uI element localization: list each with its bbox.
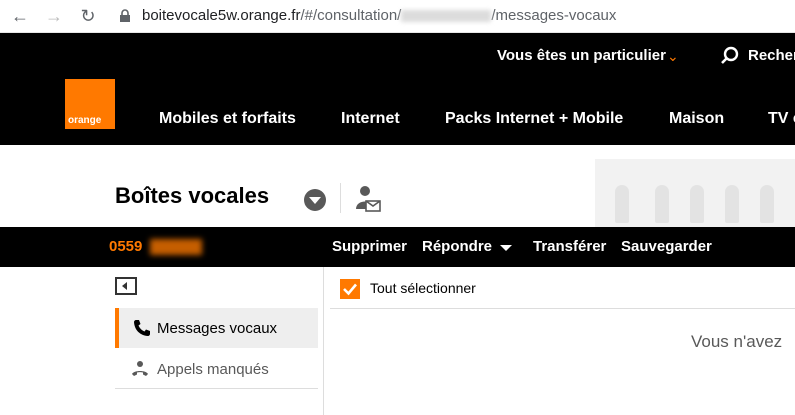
site-header: Vous êtes un particulier ⌄ Recher orange… (0, 33, 795, 145)
logo-text: orange (68, 115, 102, 126)
url-redacted-segment (401, 10, 492, 23)
page-title: Boîtes vocales (115, 183, 270, 208)
save-button[interactable]: Sauvegarder (621, 238, 712, 255)
url-path-end: /messages-vocaux (491, 7, 617, 24)
nav-item-packs[interactable]: Packs Internet + Mobile (445, 110, 623, 128)
search-icon[interactable] (720, 46, 740, 66)
phone-number: 0559 (109, 238, 143, 255)
back-arrow-icon[interactable]: ← (10, 6, 30, 26)
orange-logo[interactable]: orange (65, 79, 115, 129)
reply-button[interactable]: Répondre (422, 238, 492, 255)
select-all-checkbox[interactable] (340, 279, 360, 299)
mailbox-content: Messages vocaux Appels manqués Tout séle… (0, 267, 795, 415)
phone-number-redacted (150, 239, 202, 255)
nav-item-maison[interactable]: Maison (669, 110, 724, 128)
browser-toolbar: ← → ↻ boitevocale5w.orange.fr/#/consulta… (0, 0, 795, 33)
reply-caret-icon[interactable] (500, 245, 512, 251)
address-bar[interactable]: boitevocale5w.orange.fr/#/consultation/ /… (142, 7, 616, 24)
segment-selector[interactable]: Vous êtes un particulier (497, 47, 666, 64)
action-toolbar: 0559 Supprimer Répondre Transférer Sauve… (0, 227, 795, 267)
divider (330, 308, 795, 309)
search-link[interactable]: Recher (748, 47, 795, 64)
banner-illustration (595, 159, 795, 227)
sidebar-item-appels-manques[interactable]: Appels manqués (115, 349, 318, 389)
phone-icon (134, 320, 150, 336)
nav-item-tv[interactable]: TV e (768, 110, 795, 128)
empty-state-message: Vous n'avez (691, 332, 783, 351)
sidebar-item-label: Messages vocaux (157, 320, 278, 337)
lock-icon (120, 9, 130, 22)
sidebar-item-label: Appels manqués (157, 361, 269, 378)
reload-icon[interactable]: ↻ (78, 6, 98, 26)
nav-item-internet[interactable]: Internet (341, 110, 400, 128)
select-all-label[interactable]: Tout sélectionner (370, 280, 476, 296)
delete-button[interactable]: Supprimer (332, 238, 407, 255)
page-heading-area: Boîtes vocales (0, 145, 795, 227)
nav-item-mobiles[interactable]: Mobiles et forfaits (159, 110, 296, 128)
chevron-down-icon[interactable]: ⌄ (667, 48, 679, 65)
checkmark-icon (343, 283, 357, 296)
transfer-button[interactable]: Transférer (533, 238, 606, 255)
missed-call-icon (132, 361, 148, 376)
divider (323, 267, 324, 415)
mailbox-dropdown-button[interactable] (304, 189, 326, 211)
contact-message-icon[interactable] (355, 184, 381, 212)
sidebar-item-messages-vocaux[interactable]: Messages vocaux (115, 308, 318, 348)
collapse-panel-icon[interactable] (115, 277, 137, 295)
forward-arrow-icon[interactable]: → (44, 6, 64, 26)
url-host: boitevocale5w.orange.fr (142, 7, 301, 24)
divider (340, 183, 341, 213)
url-path-start: /#/consultation/ (300, 7, 402, 24)
